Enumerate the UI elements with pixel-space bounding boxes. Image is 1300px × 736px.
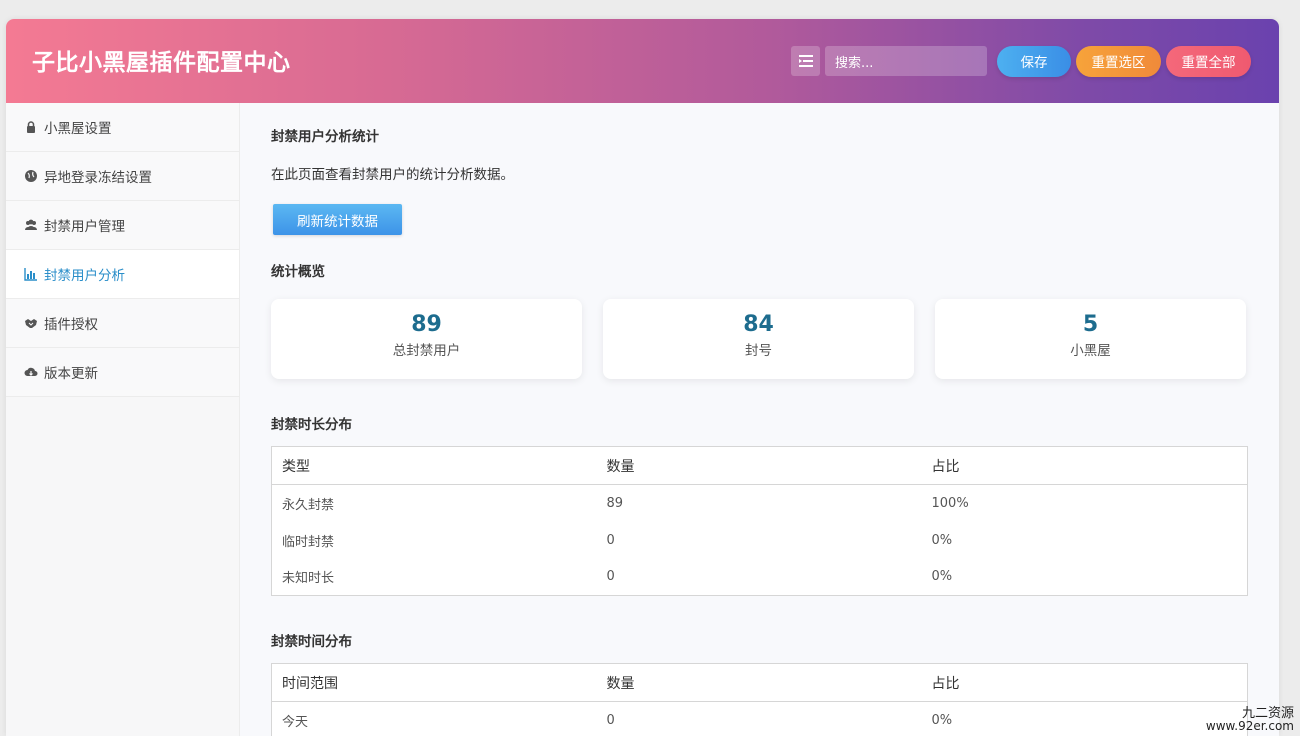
reset-selection-button[interactable]: 重置选区 (1076, 45, 1161, 77)
column-header: 数量 (596, 446, 922, 485)
table-cell: 未知时长 (282, 571, 335, 587)
column-header: 占比 (921, 446, 1248, 485)
sidebar-item-label: 小黑屋设置 (44, 121, 112, 137)
stat-label: 总封禁用户 (392, 343, 461, 359)
stat-value: 5 (1082, 312, 1099, 337)
sidebar-item-plugin-license[interactable]: 插件授权 (6, 299, 239, 348)
duration-table: 类型 数量 占比 永久封禁 89 100% 临时封禁 0 0% 未知时长 0 0… (271, 446, 1248, 596)
sidebar-item-label: 版本更新 (44, 366, 98, 382)
table-header-row: 时间范围 数量 占比 (271, 663, 1248, 702)
table-cell: 0% (931, 712, 953, 728)
table-cell: 临时封禁 (282, 534, 335, 550)
stat-label: 小黑屋 (1070, 343, 1111, 359)
expand-toggle-button[interactable] (791, 46, 820, 76)
watermark: 九二资源 www.92er.com (1206, 707, 1294, 733)
sidebar-item-label: 插件授权 (44, 317, 98, 333)
table-row: 临时封禁 0 0% (272, 522, 1248, 559)
toolbar: 搜索... 保存 重置选区 重置全部 (791, 45, 1251, 77)
column-header: 占比 (921, 663, 1248, 702)
table-cell: 0 (606, 569, 615, 585)
time-distribution-table: 时间范围 数量 占比 今天 0 0% (271, 663, 1248, 736)
table-row: 永久封禁 89 100% (272, 485, 1248, 522)
app-window: 子比小黑屋插件配置中心 搜索... 保存 重置选区 重置全部 小黑屋设置 异地登… (6, 19, 1279, 736)
list-icon (798, 55, 813, 67)
section-title: 封禁用户分析统计 (271, 129, 379, 145)
page-title: 子比小黑屋插件配置中心 (32, 50, 291, 76)
lock-icon (23, 119, 39, 135)
main-content: 封禁用户分析统计 在此页面查看封禁用户的统计分析数据。 刷新统计数据 统计概览 … (240, 103, 1279, 736)
table-cell: 89 (606, 495, 624, 511)
sidebar-item-blackroom-settings[interactable]: 小黑屋设置 (6, 103, 239, 152)
users-icon (23, 217, 39, 233)
stat-value: 84 (743, 312, 774, 337)
table-header-row: 类型 数量 占比 (271, 446, 1248, 485)
stat-card-blackroom: 5 小黑屋 (935, 299, 1246, 379)
refresh-stats-button[interactable]: 刷新统计数据 (273, 204, 402, 235)
stat-card-account-ban: 84 封号 (603, 299, 914, 379)
save-button[interactable]: 保存 (997, 45, 1071, 77)
overview-title: 统计概览 (271, 264, 325, 280)
table-cell: 100% (931, 495, 969, 511)
sidebar-item-version-update[interactable]: 版本更新 (6, 348, 239, 397)
table-cell: 永久封禁 (282, 497, 335, 513)
handshake-icon (23, 315, 39, 331)
table-cell: 0 (606, 532, 615, 548)
table-cell: 0 (606, 712, 615, 728)
search-input[interactable]: 搜索... (825, 46, 987, 76)
watermark-url: www.92er.com (1205, 719, 1294, 733)
sidebar-item-remote-login-freeze[interactable]: 异地登录冻结设置 (6, 152, 239, 201)
sidebar-item-label: 封禁用户管理 (44, 219, 125, 235)
overview-cards: 89 总封禁用户 84 封号 5 小黑屋 (271, 299, 1267, 379)
stat-label: 封号 (745, 343, 772, 359)
table-row: 未知时长 0 0% (272, 559, 1248, 596)
stat-value: 89 (411, 312, 442, 337)
globe-icon (23, 168, 39, 184)
table-cell: 0% (931, 569, 953, 585)
stat-card-total: 89 总封禁用户 (271, 299, 582, 379)
sidebar-item-banned-analysis[interactable]: 封禁用户分析 (6, 250, 239, 299)
cloud-download-icon (23, 364, 39, 380)
time-distribution-title: 封禁时间分布 (271, 634, 352, 650)
table-cell: 今天 (282, 714, 309, 730)
column-header: 数量 (596, 663, 922, 702)
table-row: 今天 0 0% (272, 702, 1248, 736)
bar-chart-icon (23, 266, 39, 282)
column-header: 类型 (271, 446, 597, 485)
sidebar-item-label: 异地登录冻结设置 (44, 170, 152, 186)
sidebar: 小黑屋设置 异地登录冻结设置 封禁用户管理 封禁用户分析 插件授权 版本更新 (6, 103, 240, 736)
table-cell: 0% (931, 532, 953, 548)
header: 子比小黑屋插件配置中心 搜索... 保存 重置选区 重置全部 (6, 19, 1279, 103)
duration-title: 封禁时长分布 (271, 417, 352, 433)
section-description: 在此页面查看封禁用户的统计分析数据。 (271, 167, 514, 183)
sidebar-item-label: 封禁用户分析 (44, 268, 125, 284)
column-header: 时间范围 (271, 663, 597, 702)
sidebar-item-banned-users[interactable]: 封禁用户管理 (6, 201, 239, 250)
reset-all-button[interactable]: 重置全部 (1166, 45, 1251, 77)
